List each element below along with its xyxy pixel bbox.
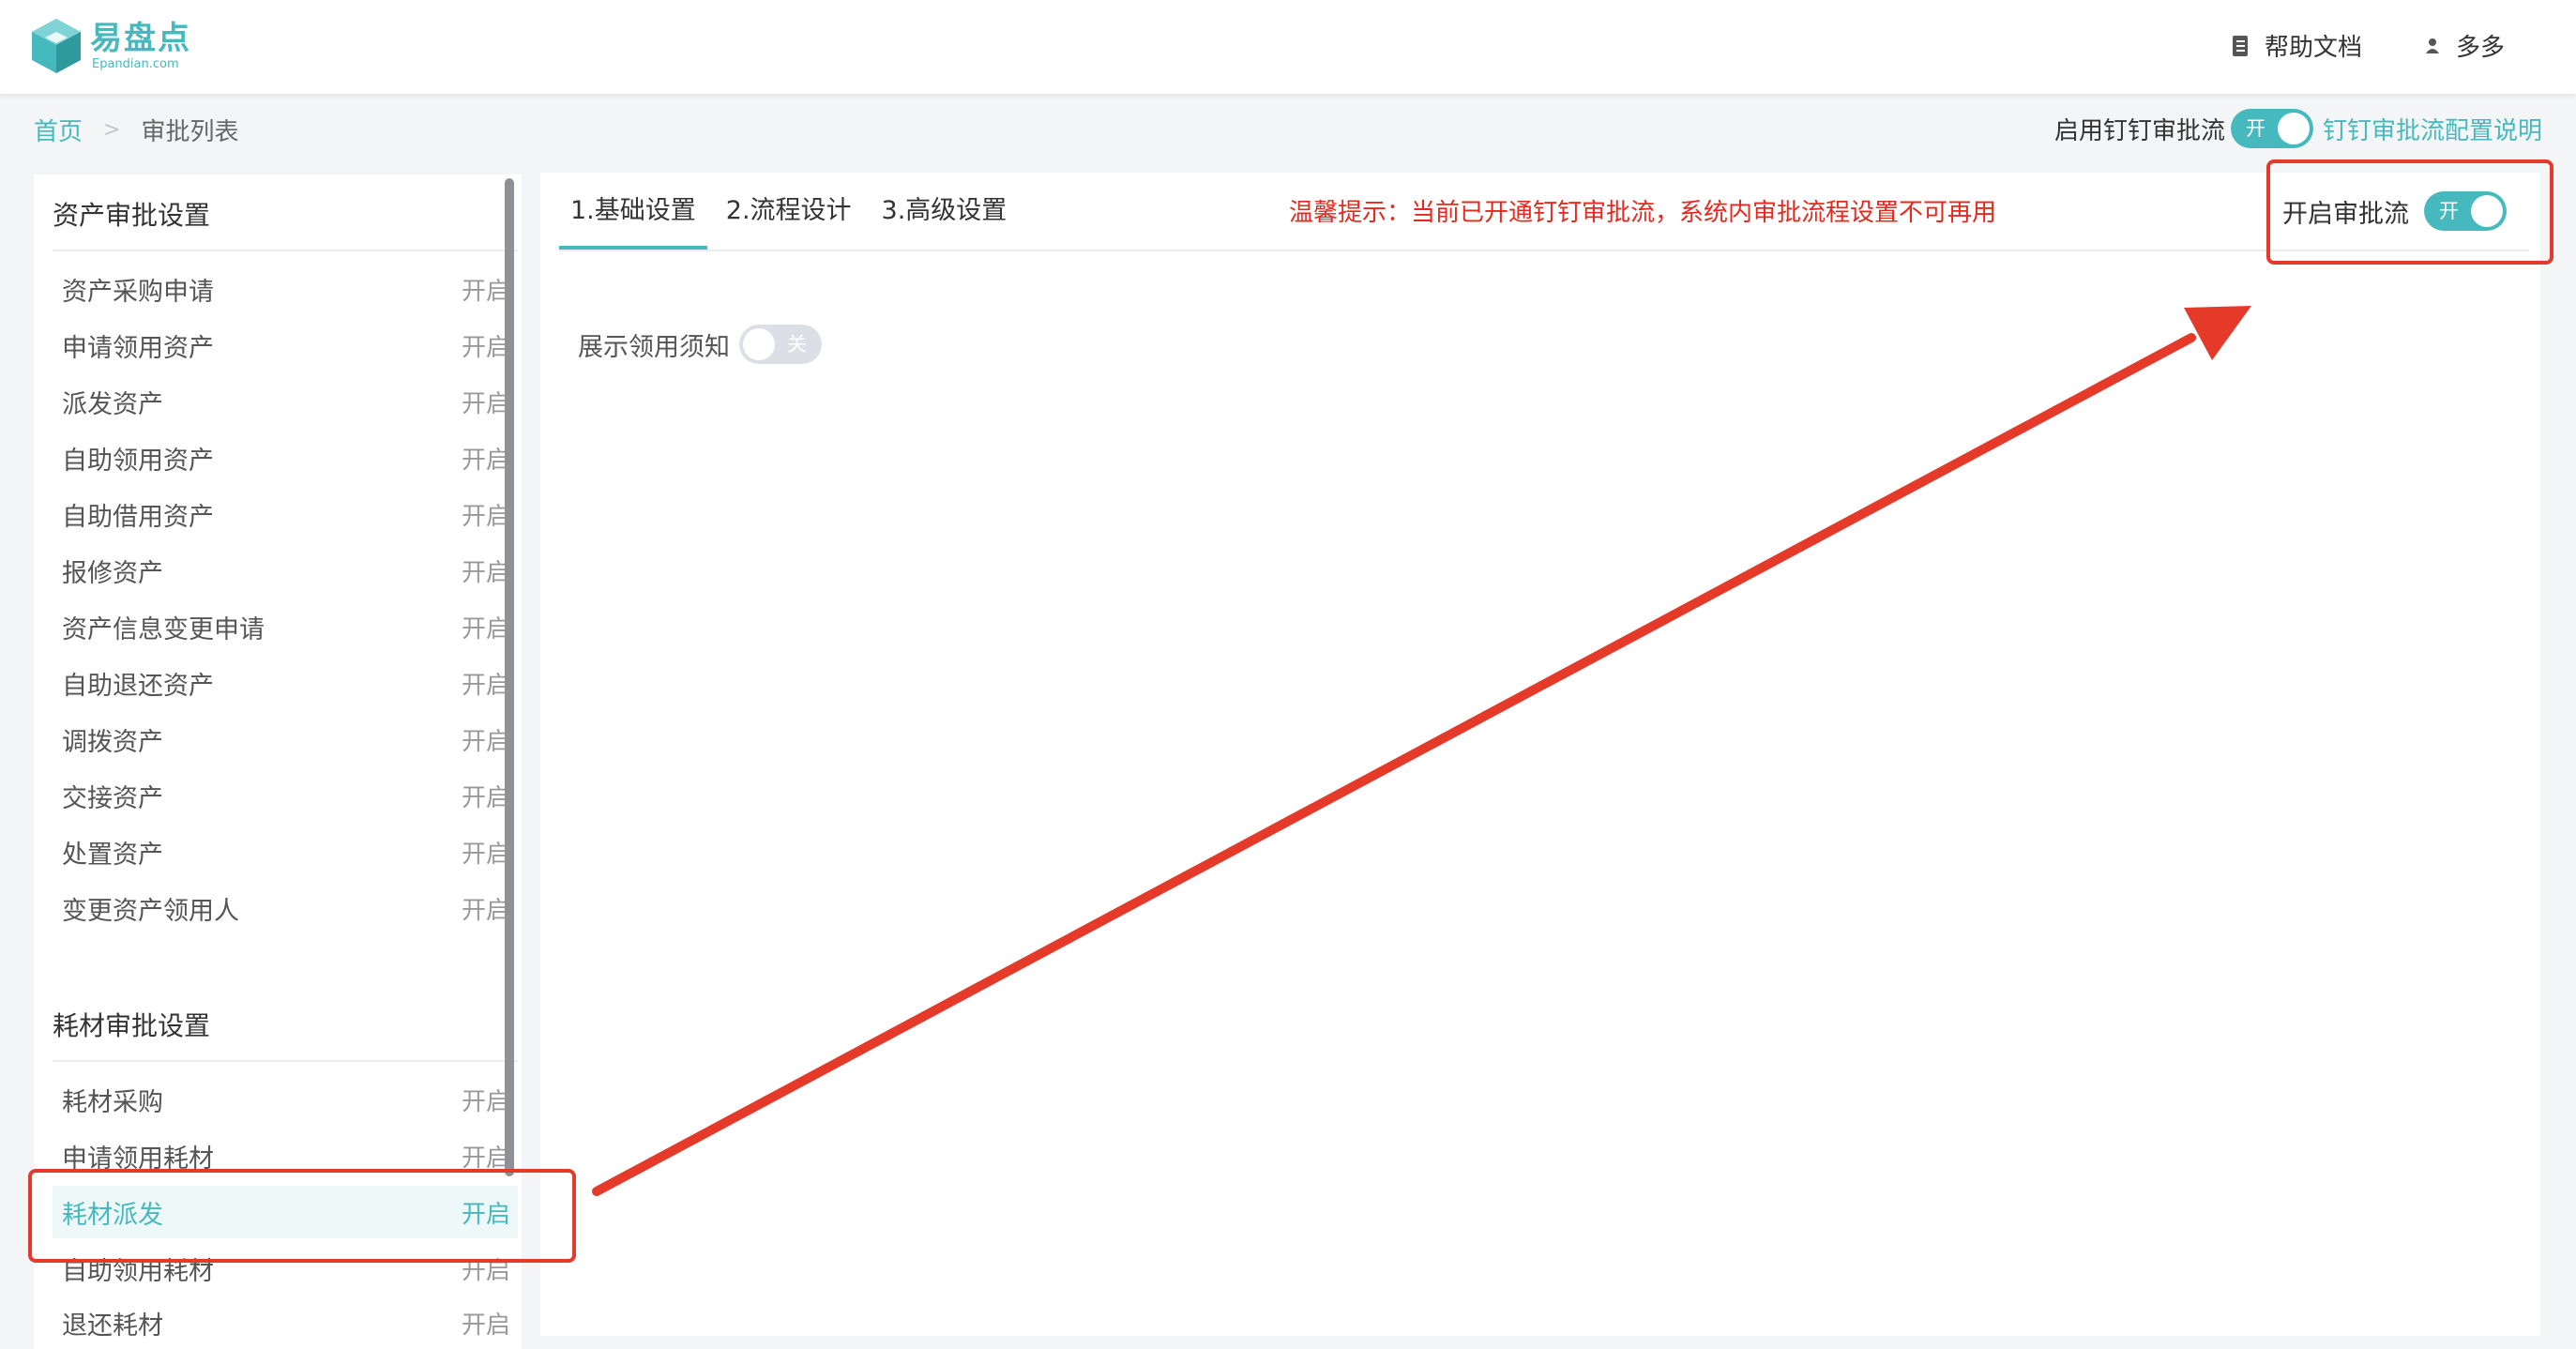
annotation-arrow-icon <box>592 306 2251 1196</box>
